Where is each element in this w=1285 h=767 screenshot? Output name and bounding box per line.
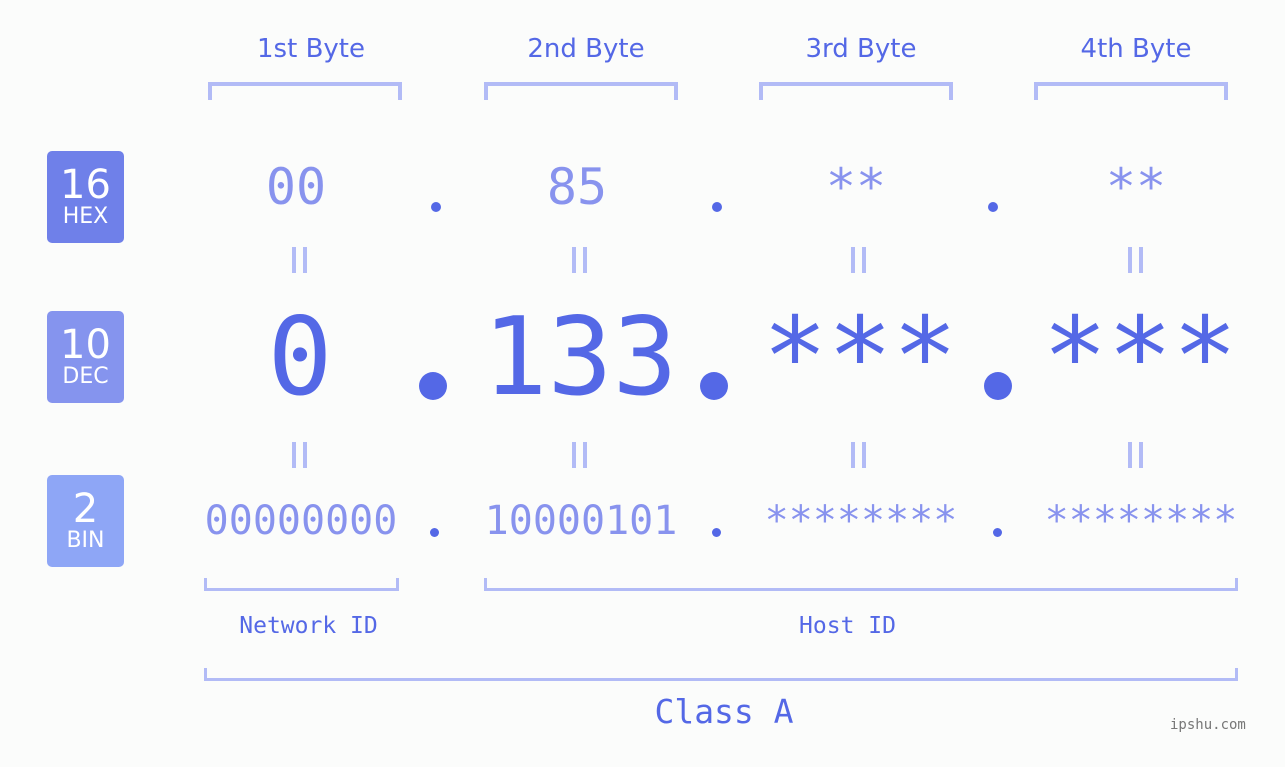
dec-value-1: 0 [267,295,333,420]
bin-badge-number: 2 [72,486,99,532]
hex-value-4: ** [1105,158,1167,216]
watermark: ipshu.com [1170,717,1246,733]
equals-bar [583,442,587,468]
bin-value-4: ******** [1044,498,1238,544]
dec-badge-label: DEC [62,364,109,389]
dec-badge: 10 DEC [47,311,124,403]
hex-separator-dot [712,202,722,212]
network-id-bracket [204,578,399,591]
equals-bar [851,442,855,468]
byte-header-1: 1st Byte [257,34,365,64]
class-label: Class A [654,692,794,731]
bin-value-1: 00000000 [204,498,398,544]
equals-bar [862,247,866,273]
bin-separator-dot [712,528,721,537]
network-id-label: Network ID [239,613,378,639]
bin-value-3: ******** [764,498,958,544]
host-id-label: Host ID [799,613,896,639]
dec-separator-dot [700,372,728,400]
equals-bar [303,442,307,468]
bin-badge-label: BIN [66,528,105,553]
equals-bar [572,442,576,468]
dec-value-2: 133 [482,295,678,420]
hex-badge: 16 HEX [47,151,124,243]
bin-value-2: 10000101 [484,498,678,544]
byte-header-3: 3rd Byte [805,34,917,64]
equals-bar [1128,442,1132,468]
equals-bar [862,442,866,468]
byte-bracket-3 [759,82,953,100]
equals-bar [572,247,576,273]
hex-separator-dot [988,202,998,212]
dec-separator-dot [419,372,447,400]
equals-bar [1139,442,1143,468]
byte-bracket-4 [1034,82,1228,100]
hex-value-3: ** [825,158,887,216]
bin-separator-dot [430,528,439,537]
equals-bar [583,247,587,273]
byte-bracket-1 [208,82,402,100]
hex-separator-dot [431,202,441,212]
dec-value-4: *** [1042,295,1238,420]
byte-bracket-2 [484,82,678,100]
equals-bar [292,247,296,273]
equals-bar [303,247,307,273]
byte-header-4: 4th Byte [1080,34,1192,64]
dec-value-3: *** [762,295,958,420]
dec-separator-dot [984,372,1012,400]
hex-value-1: 00 [265,158,327,216]
equals-bar [1139,247,1143,273]
equals-bar [1128,247,1132,273]
bin-separator-dot [993,528,1002,537]
equals-bar [292,442,296,468]
byte-header-2: 2nd Byte [527,34,645,64]
dec-badge-number: 10 [60,322,111,368]
hex-value-2: 85 [546,158,608,216]
bin-badge: 2 BIN [47,475,124,567]
class-bracket [204,668,1238,681]
hex-badge-number: 16 [60,162,111,208]
hex-badge-label: HEX [62,204,109,229]
equals-bar [851,247,855,273]
host-id-bracket [484,578,1238,591]
